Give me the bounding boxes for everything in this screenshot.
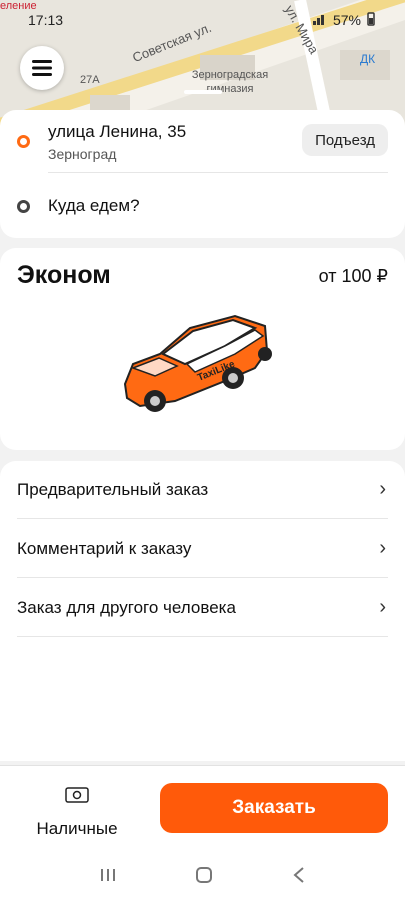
battery-label: 57% bbox=[332, 12, 361, 28]
chevron-right-icon: › bbox=[379, 596, 386, 618]
option-preorder[interactable]: Предварительный заказ › bbox=[17, 461, 388, 519]
battery-icon bbox=[367, 11, 375, 29]
system-nav-bar bbox=[0, 850, 405, 900]
recent-apps-icon[interactable] bbox=[99, 867, 117, 883]
entrance-button[interactable]: Подъезд bbox=[302, 124, 388, 156]
payment-method-button[interactable]: Наличные bbox=[22, 786, 132, 839]
divider bbox=[48, 172, 388, 173]
tariff-name: Эконом bbox=[17, 261, 111, 289]
destination-input[interactable]: Куда едем? bbox=[48, 196, 140, 216]
map-label-house: 27А bbox=[80, 74, 100, 86]
option-comment[interactable]: Комментарий к заказу › bbox=[17, 520, 388, 578]
destination-dot-icon bbox=[17, 200, 30, 213]
option-label: Предварительный заказ bbox=[17, 479, 209, 499]
payment-label: Наличные bbox=[36, 819, 118, 838]
sheet-drag-handle[interactable] bbox=[184, 90, 222, 94]
signal-icon bbox=[312, 12, 327, 28]
from-city: Зерноград bbox=[48, 146, 117, 162]
map-label-dk: ДК bbox=[360, 52, 376, 66]
chevron-right-icon: › bbox=[379, 537, 386, 559]
back-icon[interactable] bbox=[292, 866, 306, 884]
from-address-row[interactable]: улица Ленина, 35 Зерноград Подъезд bbox=[0, 110, 405, 172]
tariff-card[interactable]: Эконом от 100 ₽ TaxiLike bbox=[0, 248, 405, 450]
option-other-person[interactable]: Заказ для другого человека › bbox=[17, 579, 388, 637]
taxi-car-icon: TaxiLike bbox=[123, 314, 272, 412]
option-label: Комментарий к заказу bbox=[17, 538, 192, 558]
option-label: Заказ для другого человека bbox=[17, 597, 236, 617]
origin-dot-icon bbox=[17, 135, 30, 148]
tariff-price: от 100 ₽ bbox=[318, 266, 388, 286]
from-address: улица Ленина, 35 bbox=[48, 122, 187, 141]
address-card: улица Ленина, 35 Зерноград Подъезд Куда … bbox=[0, 110, 405, 238]
hamburger-icon bbox=[32, 60, 52, 76]
home-icon[interactable] bbox=[194, 865, 214, 885]
cash-icon bbox=[65, 787, 89, 803]
order-button[interactable]: Заказать bbox=[160, 783, 388, 833]
chevron-right-icon: › bbox=[379, 478, 386, 500]
status-bar: 17:13 57% bbox=[0, 0, 405, 40]
options-card: Предварительный заказ › Комментарий к за… bbox=[0, 461, 405, 761]
menu-button[interactable] bbox=[20, 46, 64, 90]
status-time: 17:13 bbox=[28, 12, 64, 28]
